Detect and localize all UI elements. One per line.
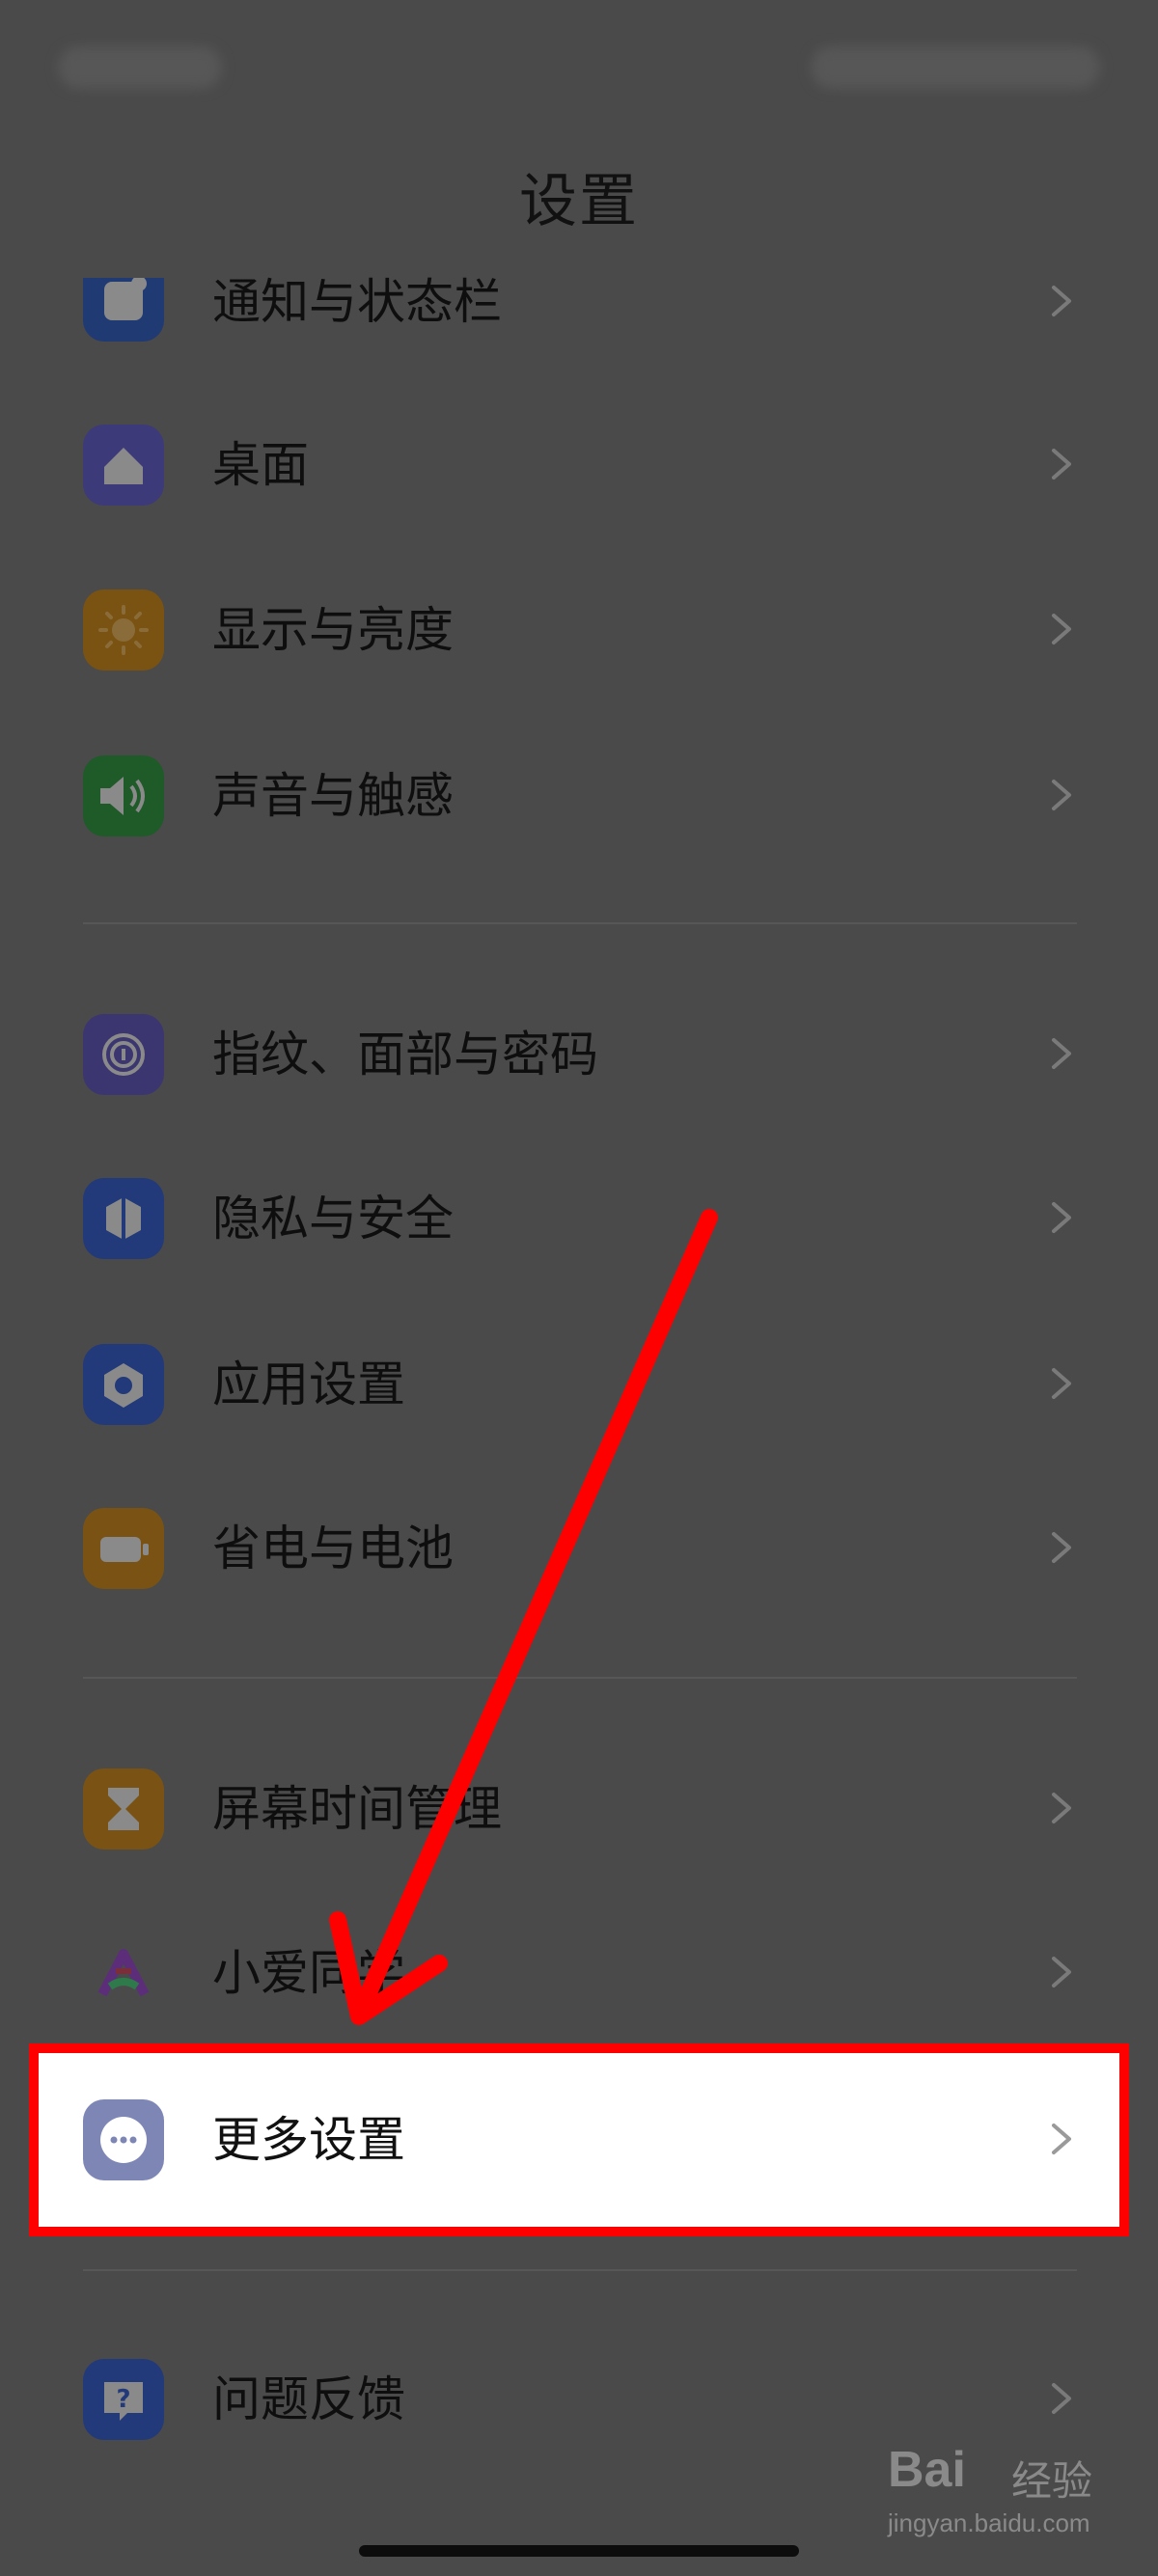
watermark-url: jingyan.baidu.com xyxy=(888,2508,1090,2537)
annotation-arrow xyxy=(329,1209,718,2025)
watermark-brand-suffix: 经验 xyxy=(1011,2457,1093,2505)
home-indicator[interactable] xyxy=(359,2545,799,2557)
watermark-brand: Bai xyxy=(888,2442,966,2498)
baidu-jingyan-watermark: Bai 经验 jingyan.baidu.com xyxy=(888,2441,1139,2557)
